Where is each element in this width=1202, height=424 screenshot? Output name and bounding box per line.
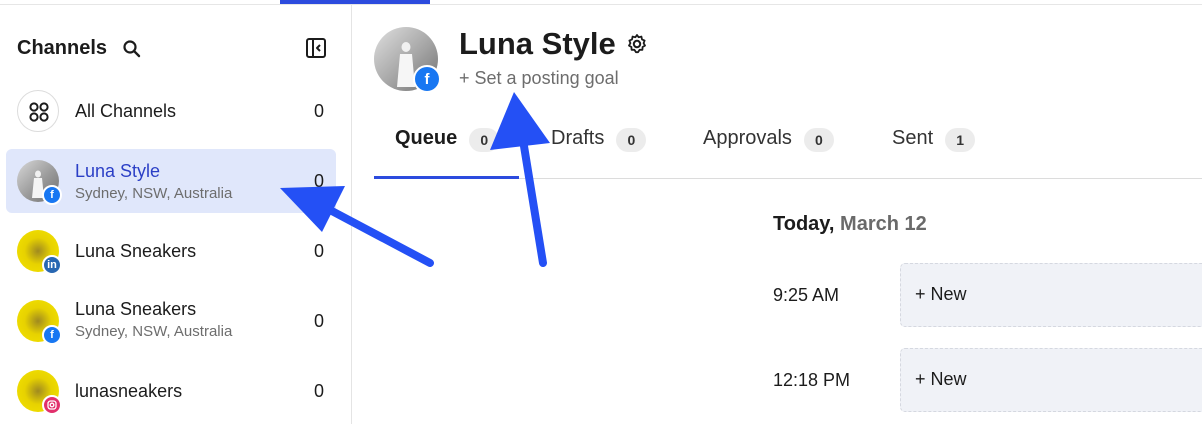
active-tab-indicator — [374, 176, 519, 179]
channel-count: 0 — [313, 311, 324, 331]
facebook-icon: f — [42, 185, 62, 205]
tab-queue[interactable]: Queue 0 — [395, 117, 500, 179]
tab-count-badge: 0 — [469, 128, 500, 152]
top-nav-active-indicator — [280, 0, 430, 4]
channel-item-luna-sneakers-linkedin[interactable]: in Luna Sneakers 0 — [6, 219, 336, 283]
search-icon[interactable] — [122, 39, 142, 59]
page-title: Luna Style — [459, 26, 616, 61]
day-label: Today, — [773, 213, 835, 235]
facebook-icon: f — [42, 325, 62, 345]
sidebar-header: Channels — [17, 33, 335, 63]
channels-sidebar: Channels All Channels 0 f Luna Style Syd… — [0, 5, 352, 424]
tab-approvals[interactable]: Approvals 0 — [703, 117, 834, 179]
all-channels-avatar — [17, 90, 59, 132]
channel-name: Luna Sneakers — [75, 299, 197, 319]
sidebar-title: Channels — [17, 37, 108, 59]
channel-item-lunasneakers-instagram[interactable]: lunasneakers 0 — [6, 359, 336, 423]
new-post-label: + New — [915, 369, 967, 389]
slot-time: 9:25 AM — [773, 285, 840, 305]
queue-tabs: Queue 0 Drafts 0 Approvals 0 Sent 1 — [374, 117, 1202, 179]
queue-day-heading: Today, March 12 — [773, 213, 927, 236]
linkedin-icon: in — [42, 255, 62, 275]
profile-avatar: f — [374, 27, 441, 93]
new-post-label: + New — [915, 284, 967, 304]
tab-label: Approvals — [703, 127, 792, 149]
instagram-icon — [42, 395, 62, 415]
tab-count-badge: 1 — [945, 128, 976, 152]
channel-count: 0 — [313, 241, 324, 261]
avatar: f — [17, 300, 62, 345]
channel-count: 0 — [313, 381, 324, 401]
avatar — [17, 370, 62, 415]
set-posting-goal-link[interactable]: + Set a posting goal — [459, 68, 619, 89]
slot-time: 12:18 PM — [773, 370, 851, 390]
gear-icon[interactable] — [625, 32, 649, 56]
channel-name: All Channels — [75, 101, 177, 121]
tab-count-badge: 0 — [616, 128, 647, 152]
grid-icon — [17, 90, 59, 132]
facebook-icon: f — [413, 65, 441, 93]
channel-item-all-channels[interactable]: All Channels 0 — [6, 79, 336, 143]
channel-count: 0 — [313, 101, 324, 121]
sidebar-collapse-icon[interactable] — [305, 37, 327, 59]
tab-drafts[interactable]: Drafts 0 — [551, 117, 647, 179]
tab-sent[interactable]: Sent 1 — [892, 117, 976, 179]
channel-item-luna-sneakers-facebook[interactable]: f Luna Sneakers Sydney, NSW, Australia 0 — [6, 289, 336, 353]
tab-label: Sent — [892, 127, 934, 149]
channel-name: Luna Style — [75, 161, 161, 181]
channel-item-luna-style[interactable]: f Luna Style Sydney, NSW, Australia 0 — [6, 149, 336, 213]
channel-location: Sydney, NSW, Australia — [75, 323, 233, 340]
new-post-slot[interactable]: + New — [900, 263, 1202, 327]
channel-name: Luna Sneakers — [75, 241, 197, 261]
day-date: March 12 — [840, 213, 927, 235]
avatar: in — [17, 230, 62, 275]
tab-label: Drafts — [551, 127, 605, 149]
channel-location: Sydney, NSW, Australia — [75, 185, 233, 202]
channel-count: 0 — [313, 171, 324, 191]
new-post-slot[interactable]: + New — [900, 348, 1202, 412]
main-panel: f Luna Style + Set a posting goal Queue … — [353, 5, 1202, 424]
channel-name: lunasneakers — [75, 381, 183, 401]
tab-label: Queue — [395, 127, 458, 149]
tab-count-badge: 0 — [803, 128, 834, 152]
avatar: f — [17, 160, 62, 205]
